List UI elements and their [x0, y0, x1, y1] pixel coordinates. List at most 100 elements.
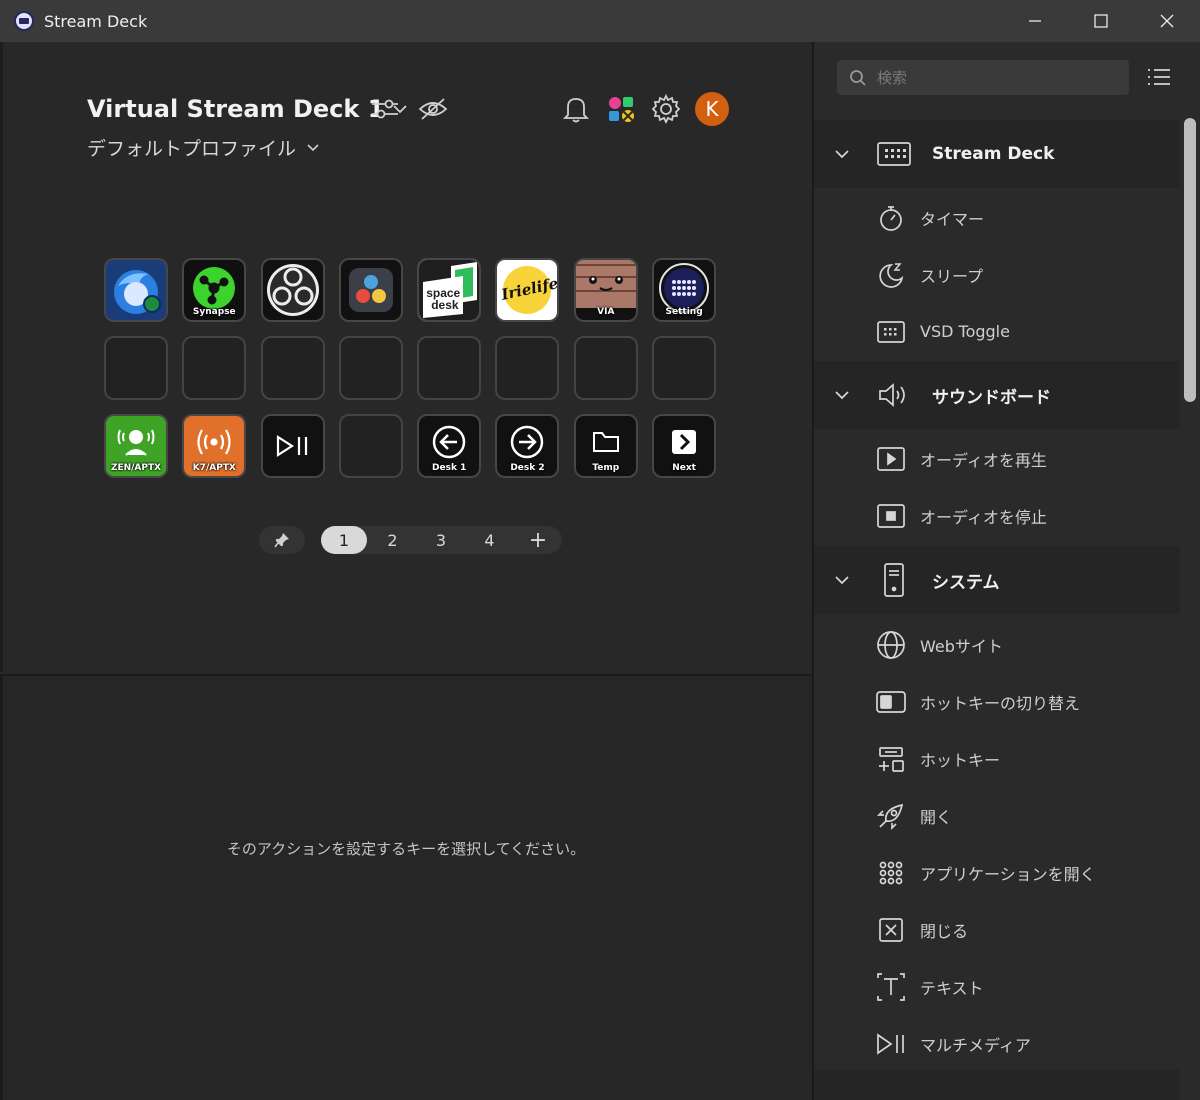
key-temp[interactable]: Temp: [573, 414, 638, 478]
key-label: Next: [672, 463, 696, 473]
key-synapse[interactable]: Synapse: [182, 258, 247, 322]
key-empty[interactable]: [652, 336, 717, 400]
chevron-down-icon: [835, 576, 849, 585]
device-settings-button[interactable]: [368, 94, 402, 124]
key-k7-aptx[interactable]: K7/APTX: [182, 414, 247, 478]
category-stream-deck[interactable]: Stream Deck: [814, 120, 1180, 188]
action-stop-audio[interactable]: オーディオを停止: [814, 487, 1180, 544]
play-audio-icon: [877, 446, 905, 471]
key-spacedesk[interactable]: space desk: [417, 258, 482, 322]
device-name: Virtual Stream Deck 1: [87, 95, 385, 123]
page-1-button[interactable]: 1: [321, 526, 367, 554]
key-label: Setting: [665, 307, 703, 317]
property-inspector: [0, 674, 812, 1100]
key-grid: Synapse space desk Irielife VIA Setting …: [104, 258, 717, 478]
search-box[interactable]: [837, 60, 1129, 95]
hide-button[interactable]: [416, 94, 450, 124]
rocket-icon: [876, 803, 904, 830]
key-label: K7/APTX: [192, 463, 236, 473]
action-hotkey[interactable]: ホットキー: [814, 730, 1180, 787]
key-label: ZEN/APTX: [110, 463, 162, 473]
key-label: Synapse: [192, 307, 236, 317]
key-next[interactable]: Next: [652, 414, 717, 478]
main-area: Virtual Stream Deck 1 デフォルトプロファイル K Syna…: [0, 42, 812, 1100]
key-empty[interactable]: [260, 336, 325, 400]
actions-scrollbar[interactable]: [1184, 118, 1196, 402]
actions-panel: Stream Deck タイマー スリープ VSD Toggle サウンドボード…: [814, 42, 1200, 1100]
category-next[interactable]: [814, 1070, 1180, 1100]
list-view-button[interactable]: [1146, 66, 1172, 90]
close-window-button[interactable]: [1134, 0, 1200, 42]
action-open-application[interactable]: アプリケーションを開く: [814, 844, 1180, 901]
bell-icon: [563, 98, 589, 123]
action-timer[interactable]: タイマー: [814, 189, 1180, 246]
key-setting[interactable]: Setting: [652, 258, 717, 322]
action-play-audio[interactable]: オーディオを再生: [814, 430, 1180, 487]
maximize-button[interactable]: [1068, 0, 1134, 42]
page-2-button[interactable]: 2: [370, 526, 416, 554]
stop-audio-icon: [877, 503, 905, 528]
virtual-deck-icon: [877, 320, 905, 343]
window-title: Stream Deck: [44, 11, 148, 31]
key-empty[interactable]: [495, 336, 560, 400]
search-input[interactable]: [877, 68, 1107, 87]
key-empty[interactable]: [104, 336, 168, 400]
timer-icon: [880, 205, 902, 231]
action-hotkey-switch[interactable]: ホットキーの切り替え: [814, 673, 1180, 730]
minimize-button[interactable]: [1002, 0, 1068, 42]
page-4-button[interactable]: 4: [467, 526, 513, 554]
hotkey-switch-icon: [876, 690, 906, 713]
key-empty[interactable]: [338, 336, 403, 400]
action-close[interactable]: 閉じる: [814, 901, 1180, 958]
play-pause-icon: [877, 1032, 904, 1055]
key-desk-2[interactable]: Desk 2: [495, 414, 560, 478]
category-label: サウンドボード: [932, 387, 1051, 408]
action-website[interactable]: Webサイト: [814, 616, 1180, 673]
page-selector: 1 2 3 4 +: [321, 526, 562, 554]
thunderbird-icon: [106, 260, 166, 320]
key-empty[interactable]: [573, 336, 638, 400]
title-bar: Stream Deck: [0, 0, 1200, 42]
key-empty[interactable]: [417, 336, 482, 400]
spacedesk-text-2: desk: [431, 298, 459, 312]
action-text[interactable]: テキスト: [814, 958, 1180, 1015]
key-play-pause[interactable]: [260, 414, 325, 478]
category-soundboard[interactable]: サウンドボード: [814, 361, 1180, 429]
profile-selector[interactable]: デフォルトプロファイル: [87, 134, 320, 161]
eye-off-icon: [418, 98, 448, 120]
key-empty[interactable]: [182, 336, 247, 400]
device-selector[interactable]: Virtual Stream Deck 1: [87, 95, 408, 123]
text-icon: [877, 972, 905, 1001]
key-davinci-resolve[interactable]: [338, 258, 403, 322]
key-label: Desk 2: [510, 463, 545, 473]
chevron-down-icon: [835, 391, 849, 400]
pin-page-button[interactable]: [259, 526, 305, 554]
key-irielife[interactable]: Irielife: [495, 258, 560, 322]
user-avatar[interactable]: K: [695, 92, 729, 126]
app-grid-icon: [879, 861, 903, 884]
hotkey-icon: [879, 746, 904, 772]
chevron-down-icon: [835, 150, 849, 159]
action-multimedia[interactable]: マルチメディア: [814, 1015, 1180, 1072]
key-obs[interactable]: [260, 258, 325, 322]
minimize-icon: [1029, 20, 1041, 22]
key-zen-aptx[interactable]: ZEN/APTX: [104, 414, 168, 478]
marketplace-button[interactable]: [604, 92, 638, 126]
page-3-button[interactable]: 3: [418, 526, 464, 554]
key-empty[interactable]: [338, 414, 403, 478]
notifications-button[interactable]: [559, 92, 593, 126]
key-via[interactable]: VIA: [573, 258, 638, 322]
action-vsd-toggle[interactable]: VSD Toggle: [814, 303, 1180, 360]
stream-deck-app-icon: [14, 11, 34, 31]
pc-tower-icon: [884, 563, 904, 597]
action-sleep[interactable]: スリープ: [814, 246, 1180, 303]
search-icon: [850, 69, 866, 86]
maximize-icon: [1094, 14, 1108, 28]
key-thunderbird[interactable]: [104, 258, 168, 322]
add-page-button[interactable]: +: [515, 526, 561, 554]
category-system[interactable]: システム: [814, 546, 1180, 614]
action-open[interactable]: 開く: [814, 787, 1180, 844]
marketplace-icon: [609, 97, 634, 122]
key-desk-1[interactable]: Desk 1: [417, 414, 482, 478]
preferences-button[interactable]: [649, 92, 683, 126]
